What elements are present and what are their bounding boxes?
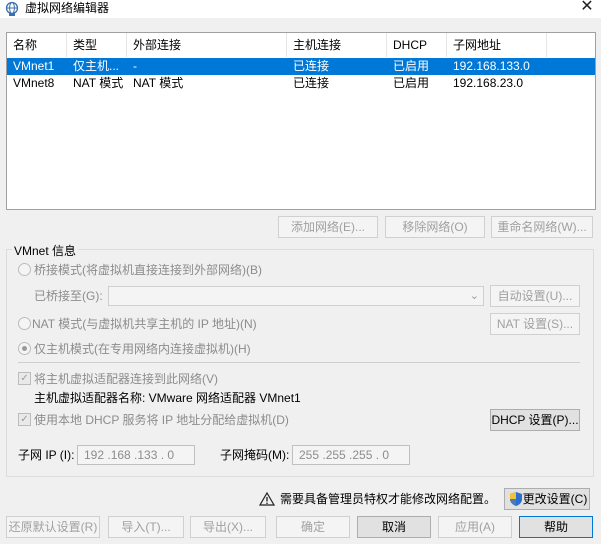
chevron-down-icon: ⌄ bbox=[469, 290, 479, 302]
table-header: 名称 类型 外部连接 主机连接 DHCP 子网地址 bbox=[7, 33, 595, 57]
add-network-button[interactable]: 添加网络(E)... bbox=[278, 216, 378, 238]
dhcp-service-checkbox[interactable]: ✓ bbox=[18, 413, 31, 426]
column-header-type[interactable]: 类型 bbox=[67, 33, 127, 57]
rename-network-button[interactable]: 重命名网络(W)... bbox=[491, 216, 593, 238]
cell-external: NAT 模式 bbox=[133, 76, 184, 90]
nat-mode-radio[interactable] bbox=[18, 317, 31, 330]
cell-host: 已连接 bbox=[293, 76, 330, 90]
dhcp-service-label: 使用本地 DHCP 服务将 IP 地址分配给虚拟机(D) bbox=[34, 413, 289, 427]
table-row[interactable]: VMnet1 仅主机... - 已连接 已启用 192.168.133.0 bbox=[7, 58, 595, 75]
subnet-mask-input[interactable]: 255 .255 .255 . 0 bbox=[292, 445, 410, 465]
cell-dhcp: 已启用 bbox=[393, 76, 430, 90]
bridged-mode-label: 桥接模式(将虚拟机直接连接到外部网络)(B) bbox=[34, 263, 262, 277]
cell-name: VMnet1 bbox=[13, 59, 55, 73]
warning-icon bbox=[259, 491, 275, 506]
remove-network-button[interactable]: 移除网络(O) bbox=[385, 216, 485, 238]
dhcp-settings-button[interactable]: DHCP 设置(P)... bbox=[490, 409, 580, 431]
subnet-ip-label: 子网 IP (I): bbox=[18, 448, 75, 462]
shield-icon bbox=[510, 492, 522, 506]
nat-mode-label: NAT 模式(与虚拟机共享主机的 IP 地址)(N) bbox=[32, 317, 257, 331]
column-header-external[interactable]: 外部连接 bbox=[127, 33, 287, 57]
cell-dhcp: 已启用 bbox=[393, 59, 430, 73]
auto-settings-button[interactable]: 自动设置(U)... bbox=[490, 285, 580, 307]
hostonly-mode-label: 仅主机模式(在专用网络内连接虚拟机)(H) bbox=[34, 342, 251, 356]
column-header-dhcp[interactable]: DHCP bbox=[387, 33, 447, 57]
nat-settings-button[interactable]: NAT 设置(S)... bbox=[490, 313, 580, 335]
import-button[interactable]: 导入(T)... bbox=[108, 516, 184, 538]
bridged-to-select[interactable]: ⌄ bbox=[108, 286, 484, 306]
bridged-mode-radio[interactable] bbox=[18, 263, 31, 276]
cancel-button[interactable]: 取消 bbox=[357, 516, 431, 538]
network-app-icon bbox=[5, 1, 19, 16]
hostonly-mode-radio[interactable] bbox=[18, 342, 31, 355]
admin-notice: 需要具备管理员特权才能修改网络配置。 bbox=[280, 492, 497, 506]
cell-type: NAT 模式 bbox=[73, 76, 124, 90]
cell-host: 已连接 bbox=[293, 59, 330, 73]
cell-name: VMnet8 bbox=[13, 76, 55, 90]
cell-type: 仅主机... bbox=[73, 59, 120, 73]
subnet-mask-label: 子网掩码(M): bbox=[220, 448, 290, 462]
vmnet-info-group bbox=[6, 249, 594, 477]
vmnet-info-legend: VMnet 信息 bbox=[12, 242, 79, 259]
adapter-name-label: 主机虚拟适配器名称: VMware 网络适配器 VMnet1 bbox=[34, 391, 301, 405]
cell-subnet: 192.168.133.0 bbox=[453, 59, 530, 73]
connect-adapter-checkbox[interactable]: ✓ bbox=[18, 372, 31, 385]
cell-external: - bbox=[133, 59, 137, 73]
network-table[interactable]: 名称 类型 外部连接 主机连接 DHCP 子网地址 VMnet1 仅主机... … bbox=[6, 32, 596, 210]
help-button[interactable]: 帮助 bbox=[519, 516, 593, 538]
apply-button[interactable]: 应用(A) bbox=[438, 516, 512, 538]
table-row[interactable]: VMnet8 NAT 模式 NAT 模式 已连接 已启用 192.168.23.… bbox=[7, 75, 595, 92]
ok-button[interactable]: 确定 bbox=[276, 516, 350, 538]
connect-adapter-label: 将主机虚拟适配器连接到此网络(V) bbox=[34, 372, 218, 386]
column-header-subnet[interactable]: 子网地址 bbox=[447, 33, 547, 57]
column-header-host[interactable]: 主机连接 bbox=[287, 33, 387, 57]
subnet-ip-input[interactable]: 192 .168 .133 . 0 bbox=[77, 445, 195, 465]
export-button[interactable]: 导出(X)... bbox=[190, 516, 266, 538]
window-title: 虚拟网络编辑器 bbox=[25, 1, 110, 15]
cell-subnet: 192.168.23.0 bbox=[453, 76, 524, 90]
restore-defaults-button[interactable]: 还原默认设置(R) bbox=[6, 516, 100, 538]
close-button[interactable]: ✕ bbox=[577, 0, 597, 16]
column-header-name[interactable]: 名称 bbox=[7, 33, 67, 57]
separator bbox=[18, 362, 580, 363]
bridged-to-label: 已桥接至(G): bbox=[34, 289, 103, 303]
